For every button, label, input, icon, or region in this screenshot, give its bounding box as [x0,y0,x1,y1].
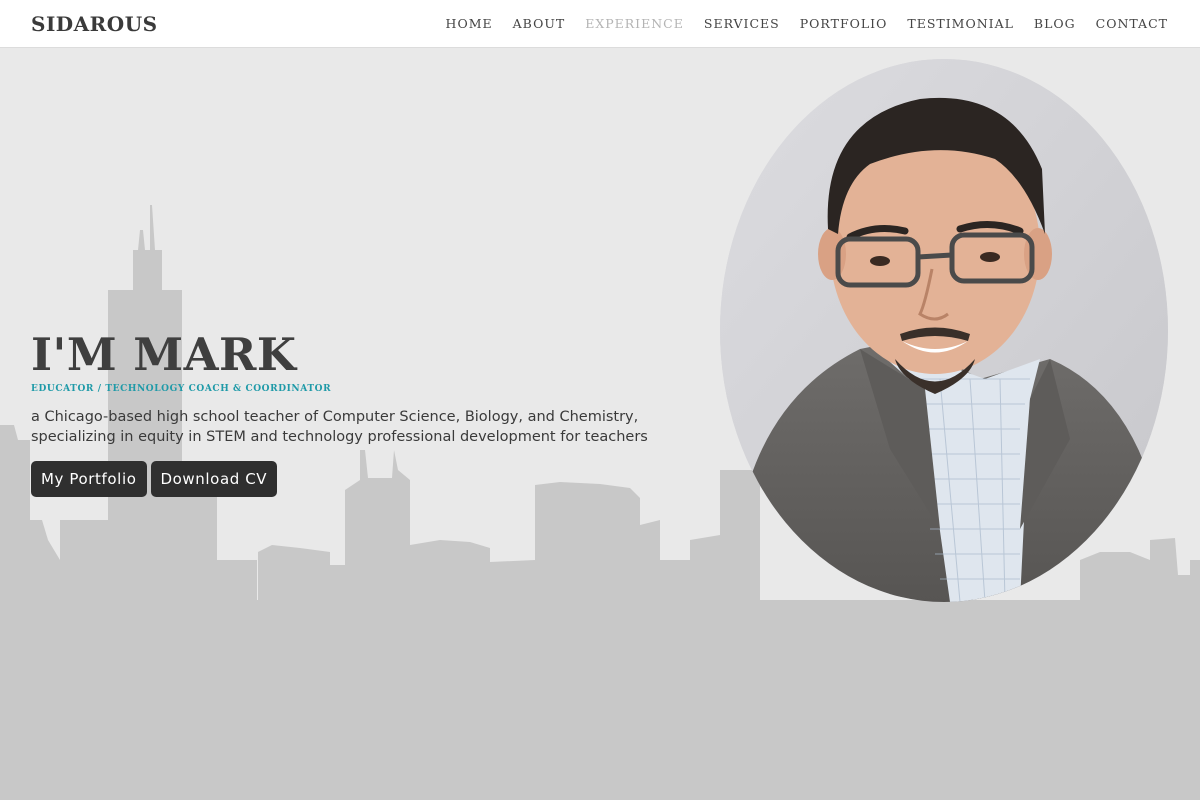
nav-item-services[interactable]: SERVICES [704,16,780,31]
nav-item-contact[interactable]: CONTACT [1096,16,1168,31]
hero-description: a Chicago-based high school teacher of C… [31,409,648,445]
nav-item-home[interactable]: HOME [446,16,493,31]
site-logo[interactable]: SIDAROUS [31,12,158,36]
hero-buttons: My Portfolio Download CV [31,461,711,497]
hero-subtitle: EDUCATOR / TECHNOLOGY COACH & COORDINATO… [31,384,332,394]
nav-item-blog[interactable]: BLOG [1034,16,1076,31]
portrait-photo [720,59,1168,602]
download-cv-button[interactable]: Download CV [150,461,278,497]
nav-item-experience[interactable]: EXPERIENCE [585,16,684,31]
nav-item-testimonial[interactable]: TESTIMONIAL [907,16,1014,31]
nav-item-about[interactable]: ABOUT [513,16,566,31]
nav-item-portfolio[interactable]: PORTFOLIO [800,16,888,31]
my-portfolio-button[interactable]: My Portfolio [31,461,147,497]
nav-menu: HOME ABOUT EXPERIENCE SERVICES PORTFOLIO… [446,16,1168,31]
hero-section: I'M MARK EDUCATOR / TECHNOLOGY COACH & C… [31,332,711,497]
navbar: SIDAROUS HOME ABOUT EXPERIENCE SERVICES … [0,0,1200,48]
portrait-illustration [720,59,1168,602]
hero-title: I'M MARK [31,328,297,381]
